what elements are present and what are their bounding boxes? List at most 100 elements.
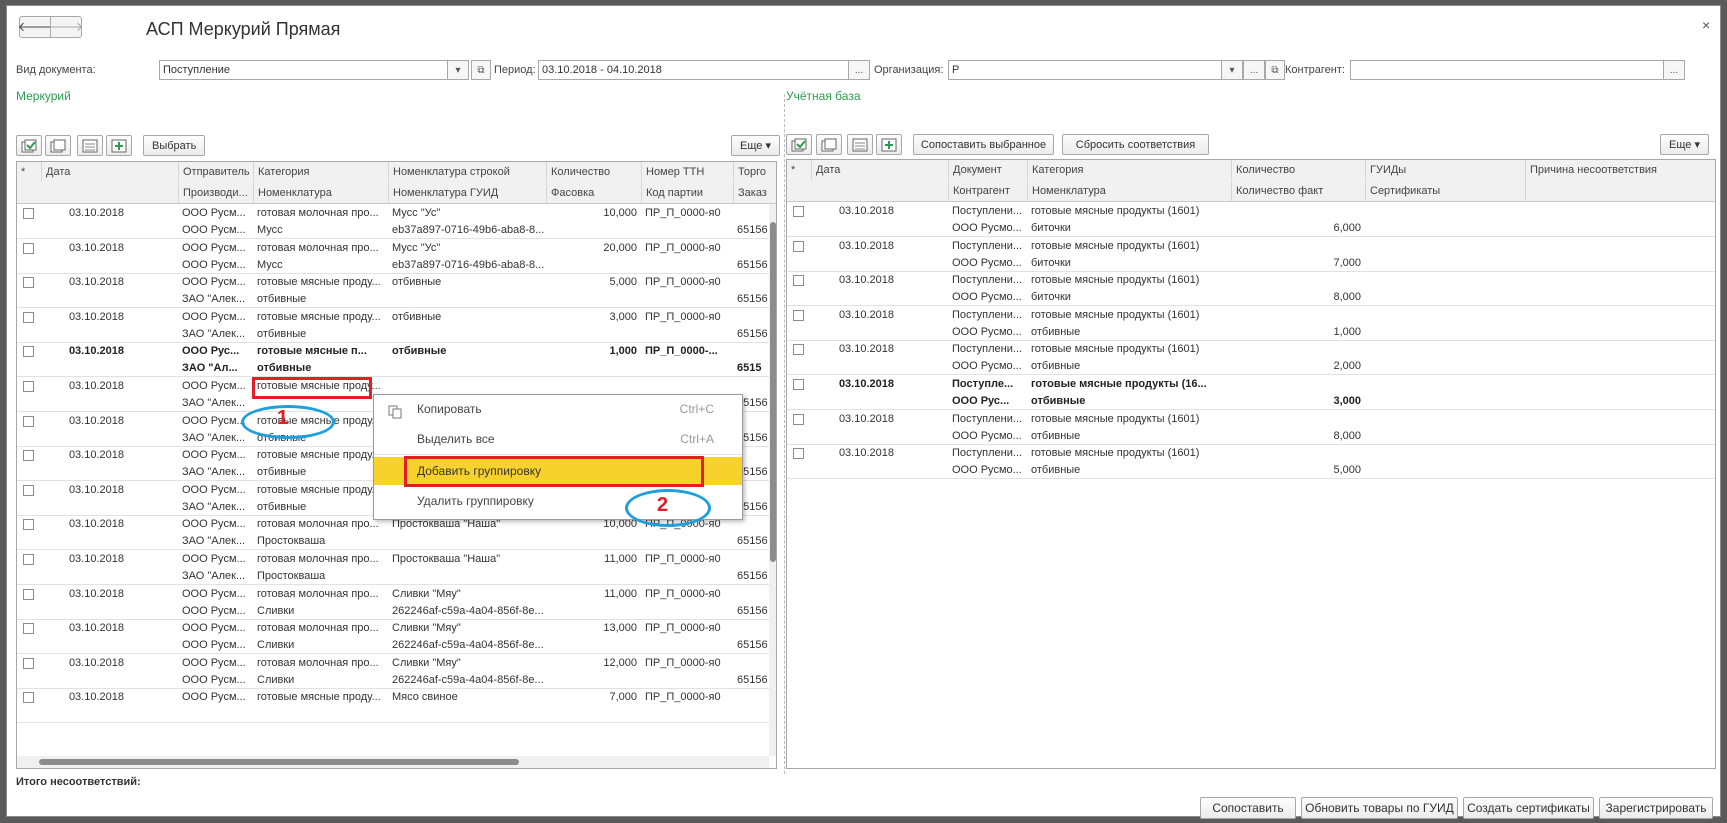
contractor-select-button[interactable]: ... [1663, 60, 1685, 80]
table-row[interactable]: 03.10.2018 ООО Русм... готовая молочная пр… [17, 619, 769, 655]
doc-type-field[interactable]: Поступление [159, 60, 449, 80]
right-uncheck-all-button[interactable] [816, 134, 842, 155]
table-row[interactable]: 03.10.2018 ООО Русм... готовые мясные прод… [17, 308, 769, 343]
organization-select-button[interactable]: ... [1243, 60, 1265, 80]
row-checkbox[interactable] [23, 277, 34, 289]
table-row[interactable]: 03.10.2018 Поступле... готовые мясные прод… [787, 375, 1715, 410]
table-row[interactable]: 03.10.2018 Поступлени... готовые мясные пр… [787, 271, 1715, 307]
menu-item-select-all[interactable]: Выделить все Ctrl+A [374, 426, 742, 452]
period-select-button[interactable]: ... [848, 60, 870, 80]
row-checkbox[interactable] [23, 415, 34, 427]
organization-open-button[interactable]: ⧉ [1265, 60, 1285, 80]
table-row[interactable]: 03.10.2018 Поступлени... готовые мясные пр… [787, 306, 1715, 341]
table-row[interactable]: 03.10.2018 Поступлени... готовые мясные пр… [787, 202, 1715, 237]
header-nomenclature[interactable]: Номенклатура [1027, 181, 1231, 201]
forward-button[interactable]: 🡒 [49, 16, 83, 38]
right-more-button[interactable]: Еще ▾ [1660, 134, 1709, 155]
header-date[interactable]: Дата [41, 162, 178, 182]
header-nomenclature[interactable]: Номенклатура [253, 183, 388, 203]
header-contractor[interactable]: Контрагент [948, 181, 1027, 201]
table-row[interactable]: 03.10.2018 Поступлени... готовые мясные пр… [787, 340, 1715, 376]
select-button[interactable]: Выбрать [143, 135, 206, 156]
create-certificates-button[interactable]: Создать сертификаты [1463, 797, 1594, 819]
table-row[interactable]: 03.10.2018 ООО Русм... готовая молочная пр… [17, 204, 769, 239]
row-checkbox[interactable] [793, 413, 804, 425]
right-check-all-button[interactable] [786, 134, 812, 155]
header-certificates[interactable]: Сертификаты [1365, 181, 1525, 201]
header-sender[interactable]: Отправитель [178, 162, 253, 182]
header-category[interactable]: Категория [1027, 160, 1231, 180]
row-checkbox[interactable] [23, 623, 34, 635]
row-checkbox[interactable] [23, 208, 34, 219]
row-checkbox[interactable] [23, 242, 34, 254]
organization-field[interactable]: Р [948, 60, 1223, 80]
menu-item-copy[interactable]: Копировать Ctrl+C [374, 396, 742, 422]
match-button[interactable]: Сопоставить [1200, 797, 1296, 819]
header-nomenclature-string[interactable]: Номенклатура строкой [388, 162, 546, 182]
table-row[interactable]: 03.10.2018 ООО Русм... готовые мясные прод… [17, 688, 769, 724]
row-checkbox[interactable] [23, 588, 34, 600]
header-category[interactable]: Категория [253, 162, 388, 182]
doc-type-open-button[interactable]: ⧉ [471, 60, 491, 80]
header-date[interactable]: Дата [811, 160, 948, 180]
header-quantity[interactable]: Количество [546, 162, 641, 182]
row-checkbox[interactable] [23, 346, 34, 358]
mercury-horizontal-scrollbar[interactable] [17, 756, 769, 768]
row-checkbox[interactable] [793, 344, 804, 356]
table-row[interactable]: 03.10.2018 ООО Русм... готовая молочная пр… [17, 585, 769, 620]
row-checkbox[interactable] [793, 379, 804, 390]
header-document[interactable]: Документ [948, 160, 1027, 180]
uncheck-all-button[interactable] [45, 135, 71, 156]
right-add-group-button[interactable] [876, 134, 902, 155]
header-ttn[interactable]: Номер ТТН [641, 162, 733, 182]
row-checkbox[interactable] [793, 448, 804, 460]
header-guids[interactable]: ГУИДы [1365, 160, 1525, 180]
add-group-button[interactable] [106, 135, 132, 156]
table-row[interactable]: 03.10.2018 ООО Русм... готовая молочная пр… [17, 239, 769, 274]
table-row[interactable]: 03.10.2018 Поступлени... готовые мясные пр… [787, 410, 1715, 445]
table-row[interactable]: 03.10.2018 Поступлени... готовые мясные пр… [787, 444, 1715, 480]
h-scroll-thumb[interactable] [39, 759, 519, 765]
row-checkbox[interactable] [23, 554, 34, 565]
contractor-field[interactable] [1350, 60, 1665, 80]
doc-type-dropdown[interactable]: ▾ [447, 60, 469, 80]
match-selected-button[interactable]: Сопоставить выбранное [913, 134, 1054, 155]
reset-matches-button[interactable]: Сбросить соответствия [1062, 134, 1209, 155]
header-packing[interactable]: Фасовка [546, 183, 641, 203]
header-nomenclature-guid[interactable]: Номенклатура ГУИД [388, 183, 546, 203]
header-trade[interactable]: Торго [733, 162, 776, 182]
row-checkbox[interactable] [23, 657, 34, 669]
period-field[interactable]: 03.10.2018 - 04.10.2018 [538, 60, 850, 80]
row-checkbox[interactable] [23, 484, 34, 496]
header-producer[interactable]: Производи... [178, 183, 253, 203]
table-row[interactable]: 03.10.2018 ООО Русм... готовая молочная пр… [17, 550, 769, 585]
row-checkbox[interactable] [793, 240, 804, 252]
close-icon[interactable]: × [1702, 17, 1710, 33]
row-checkbox[interactable] [793, 309, 804, 321]
table-row[interactable]: 03.10.2018 Поступлени... готовые мясные пр… [787, 237, 1715, 272]
header-mismatch-reason[interactable]: Причина несоответствия [1525, 160, 1715, 200]
mercury-vertical-scrollbar[interactable] [769, 204, 776, 756]
row-checkbox[interactable] [793, 206, 804, 217]
row-checkbox[interactable] [23, 311, 34, 323]
scroll-thumb[interactable] [770, 222, 776, 562]
register-button[interactable]: Зарегистрировать [1599, 797, 1713, 819]
header-order[interactable]: Заказ [733, 183, 776, 203]
header-lot-code[interactable]: Код партии [641, 183, 733, 203]
table-row[interactable]: 03.10.2018 ООО Русм... готовые мясные прод… [17, 273, 769, 309]
header-quantity[interactable]: Количество [1231, 160, 1365, 180]
row-checkbox[interactable] [23, 692, 34, 704]
row-checkbox[interactable] [793, 275, 804, 287]
table-row[interactable]: 03.10.2018 ООО Рус... готовые мясные п... о… [17, 342, 769, 378]
right-group-button[interactable] [847, 134, 873, 155]
back-button[interactable]: 🡐 [18, 16, 52, 38]
update-by-guid-button[interactable]: Обновить товары по ГУИД [1301, 797, 1458, 819]
group-button[interactable] [77, 135, 103, 156]
row-checkbox[interactable] [23, 381, 34, 392]
check-all-button[interactable] [16, 135, 42, 156]
header-quantity-fact[interactable]: Количество факт [1231, 181, 1365, 201]
row-checkbox[interactable] [23, 450, 34, 462]
organization-dropdown[interactable]: ▾ [1221, 60, 1243, 80]
table-row[interactable]: 03.10.2018 ООО Русм... готовая молочная пр… [17, 654, 769, 689]
row-checkbox[interactable] [23, 519, 34, 531]
